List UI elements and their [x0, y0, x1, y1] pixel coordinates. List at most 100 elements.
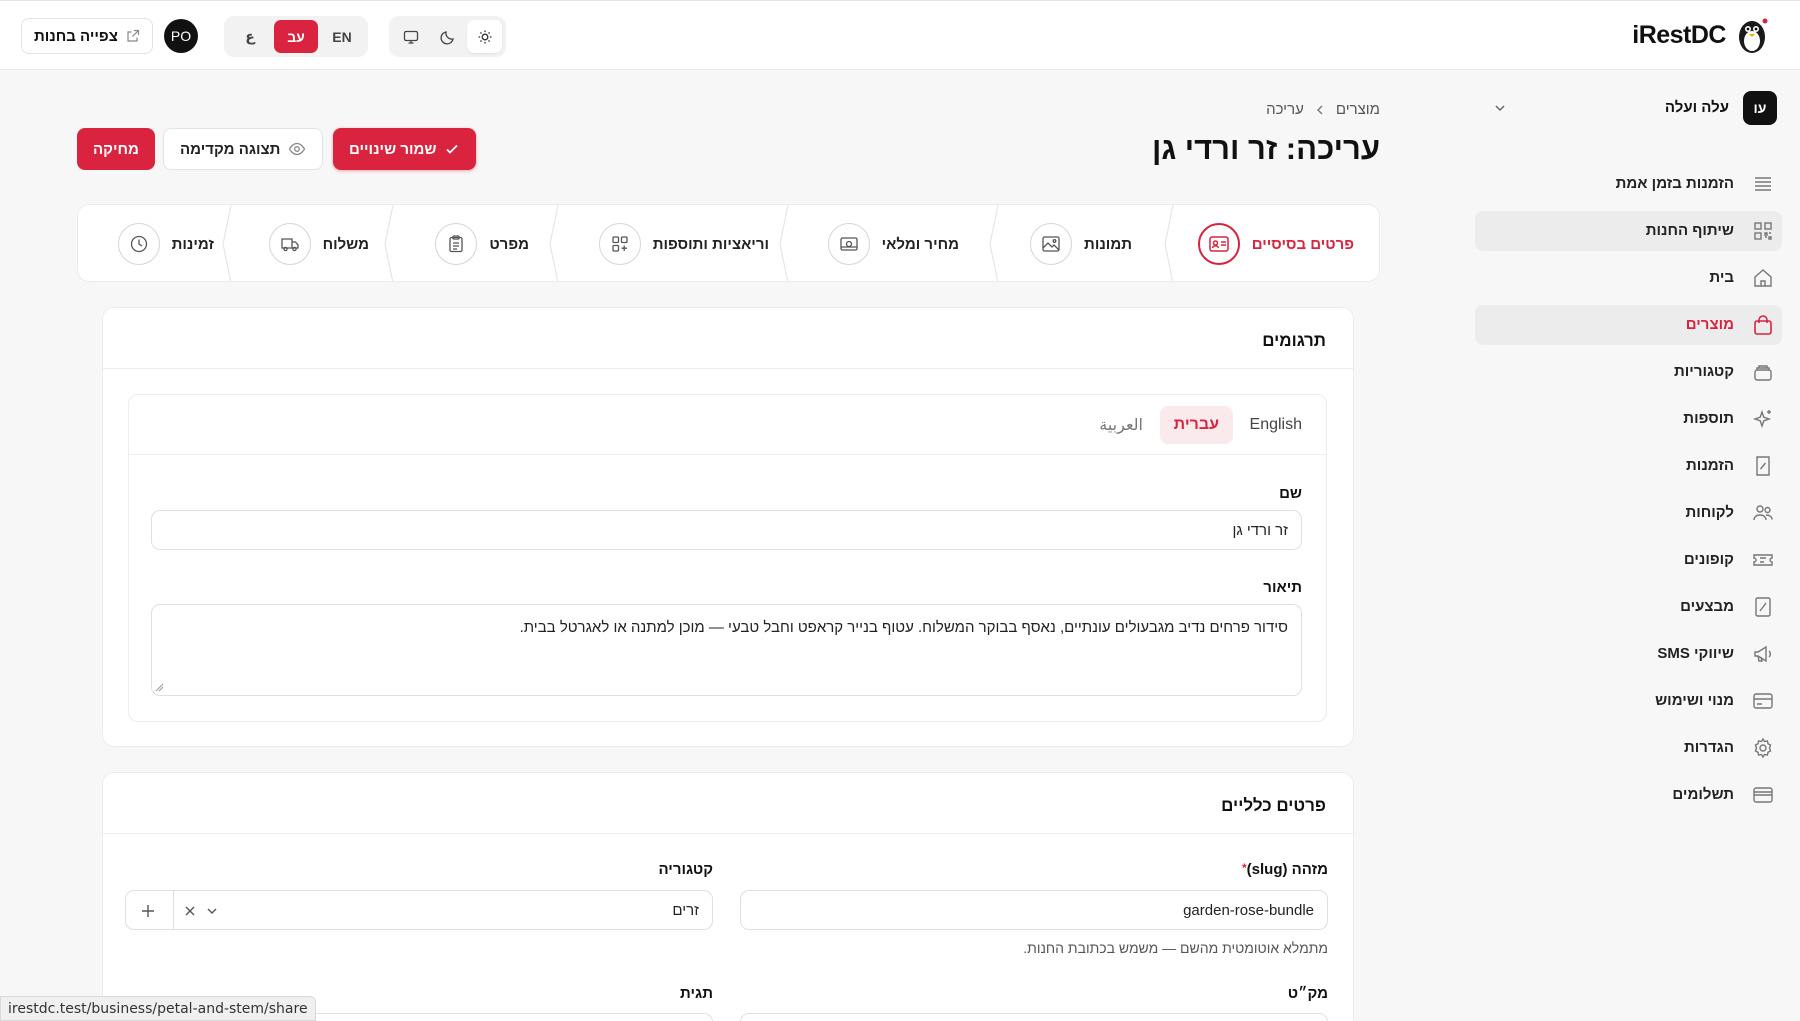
slug-input[interactable]: garden-rose-bundle — [740, 890, 1328, 930]
sidebar-item-label: בית — [1709, 269, 1734, 286]
sidebar-item-subscription[interactable]: מנוי ושימוש — [1475, 681, 1782, 721]
wallet-icon — [1753, 787, 1773, 803]
description-label: תיאור — [1263, 579, 1302, 596]
sidebar-item-label: תוספות — [1683, 410, 1734, 427]
sidebar-item-orders[interactable]: הזמנות — [1475, 446, 1782, 486]
sidebar-item-home[interactable]: בית — [1475, 258, 1782, 298]
view-store-label: צפייה בחנות — [34, 27, 118, 45]
sidebar-item-label: לקוחות — [1685, 504, 1734, 521]
account-avatar: עו — [1743, 91, 1777, 125]
language-tabs: English עברית العربية — [129, 395, 1326, 455]
lang-en-button[interactable]: EN — [320, 20, 364, 53]
step-label: תמונות — [1084, 235, 1132, 253]
step-images[interactable]: תמונות — [1030, 205, 1132, 281]
sidebar-item-label: SMS שיווקי — [1657, 645, 1734, 662]
sidebar-item-label: מבצעים — [1680, 598, 1734, 615]
brand[interactable]: iRestDC — [1632, 15, 1770, 55]
sidebar-item-label: קופונים — [1683, 551, 1734, 568]
step-divider — [1164, 205, 1174, 281]
language-switcher: ع עב EN — [224, 16, 368, 57]
category-selected-value: זרים — [672, 902, 699, 919]
save-changes-button[interactable]: שמור שינויים — [333, 128, 477, 170]
account-switcher[interactable]: עו עלה ועלה — [1492, 91, 1777, 125]
tab-hebrew[interactable]: עברית — [1159, 406, 1233, 444]
sidebar-item-share-store[interactable]: שיתוף החנות — [1475, 211, 1782, 251]
sku-input[interactable] — [740, 1013, 1328, 1021]
sidebar: עו עלה ועלה הזמנות בזמן אמת שיתוף החנות … — [1475, 70, 1800, 1021]
layers-icon — [1754, 365, 1772, 381]
step-label: מחיר ומלאי — [881, 235, 959, 253]
resize-handle-icon[interactable] — [155, 683, 164, 692]
slug-value: garden-rose-bundle — [1183, 901, 1314, 919]
sidebar-item-label: שיתוף החנות — [1645, 222, 1734, 239]
moon-icon[interactable] — [430, 20, 465, 53]
page-title: עריכה: זר ורדי גן — [1151, 131, 1380, 166]
account-name: עלה ועלה — [1664, 99, 1729, 116]
home-icon — [1754, 269, 1772, 287]
card-divider — [103, 368, 1353, 369]
clock-icon — [117, 223, 160, 265]
sidebar-item-sms[interactable]: SMS שיווקי — [1475, 634, 1782, 674]
step-divider — [549, 205, 559, 281]
plus-icon[interactable] — [140, 903, 156, 919]
sidebar-item-coupons[interactable]: קופונים — [1475, 540, 1782, 580]
name-input[interactable]: זר ורדי גן — [151, 510, 1302, 550]
step-shipping[interactable]: משלוח — [268, 205, 369, 281]
check-icon — [446, 144, 459, 154]
user-avatar[interactable]: PO — [164, 19, 198, 53]
step-variations-addons[interactable]: וריאציות ותוספות — [598, 205, 769, 281]
megaphone-icon — [1754, 645, 1771, 663]
monitor-icon[interactable] — [393, 20, 428, 53]
view-store-button[interactable]: צפייה בחנות — [21, 18, 153, 54]
breadcrumb-parent-link[interactable]: מוצרים — [1336, 101, 1380, 118]
slug-hint: מתמלא אוטומטית מהשם — משמש בכתובת החנות. — [1023, 940, 1328, 956]
card-title: תרגומים — [1262, 331, 1326, 350]
clear-icon[interactable] — [183, 904, 197, 918]
step-label: משלוח — [322, 235, 369, 253]
gear-icon — [1754, 737, 1772, 759]
preview-label: תצוגה מקדימה — [180, 140, 281, 158]
delete-button[interactable]: מחיקה — [77, 128, 155, 170]
sidebar-item-customers[interactable]: לקוחות — [1475, 493, 1782, 533]
chevron-down-icon[interactable] — [205, 904, 219, 918]
step-label: פרטים בסיסיים — [1251, 235, 1354, 253]
preview-button[interactable]: תצוגה מקדימה — [163, 128, 324, 170]
sidebar-item-label: הגדרות — [1684, 739, 1734, 756]
sidebar-item-payments[interactable]: תשלומים — [1475, 775, 1782, 815]
sidebar-item-products[interactable]: מוצרים — [1475, 305, 1782, 345]
truck-icon — [268, 223, 311, 265]
step-basic-details[interactable]: פרטים בסיסיים — [1197, 205, 1354, 281]
sidebar-item-promotions[interactable]: מבצעים — [1475, 587, 1782, 627]
sidebar-item-live-orders[interactable]: הזמנות בזמן אמת — [1475, 164, 1782, 204]
edit-steps-bar: פרטים בסיסיים תמונות מחיר ומלאי וריאציות… — [77, 204, 1380, 282]
sidebar-item-categories[interactable]: קטגוריות — [1475, 352, 1782, 392]
step-divider — [384, 205, 394, 281]
category-select[interactable]: זרים — [125, 890, 713, 930]
lang-ar-button[interactable]: ع — [228, 20, 272, 53]
step-label: זמינות — [171, 235, 214, 253]
tab-arabic[interactable]: العربية — [1085, 406, 1157, 444]
description-text: סידור פרחים נדיב מגבעולים עונתיים, נאסף … — [519, 619, 1288, 636]
breadcrumb-current: עריכה — [1266, 101, 1304, 118]
description-textarea[interactable]: סידור פרחים נדיב מגבעולים עונתיים, נאסף … — [151, 604, 1302, 696]
receipt-icon — [1756, 456, 1770, 476]
bag-icon — [1754, 315, 1772, 335]
step-price-stock[interactable]: מחיר ומלאי — [827, 205, 959, 281]
link-status-bar: irestdc.test/business/petal-and-stem/sha… — [0, 996, 316, 1021]
tab-english[interactable]: English — [1236, 406, 1316, 444]
sidebar-item-settings[interactable]: הגדרות — [1475, 728, 1782, 768]
sidebar-item-label: קטגוריות — [1674, 363, 1734, 380]
cash-icon — [827, 223, 870, 265]
step-availability[interactable]: זמינות — [117, 205, 214, 281]
sidebar-item-addons[interactable]: תוספות — [1475, 399, 1782, 439]
sidebar-item-label: תשלומים — [1672, 786, 1734, 803]
id-card-icon — [1197, 223, 1240, 265]
step-specs[interactable]: מפרט — [435, 205, 529, 281]
sidebar-item-label: מנוי ושימוש — [1655, 692, 1734, 709]
sidebar-nav: הזמנות בזמן אמת שיתוף החנות בית מוצרים ק… — [1475, 164, 1782, 822]
penguin-logo-icon — [1739, 18, 1768, 53]
breadcrumb: מוצרים עריכה — [1266, 101, 1380, 118]
sun-icon[interactable] — [467, 20, 502, 53]
sku-label: מק״ט — [1287, 985, 1328, 1002]
lang-he-button[interactable]: עב — [274, 20, 318, 53]
